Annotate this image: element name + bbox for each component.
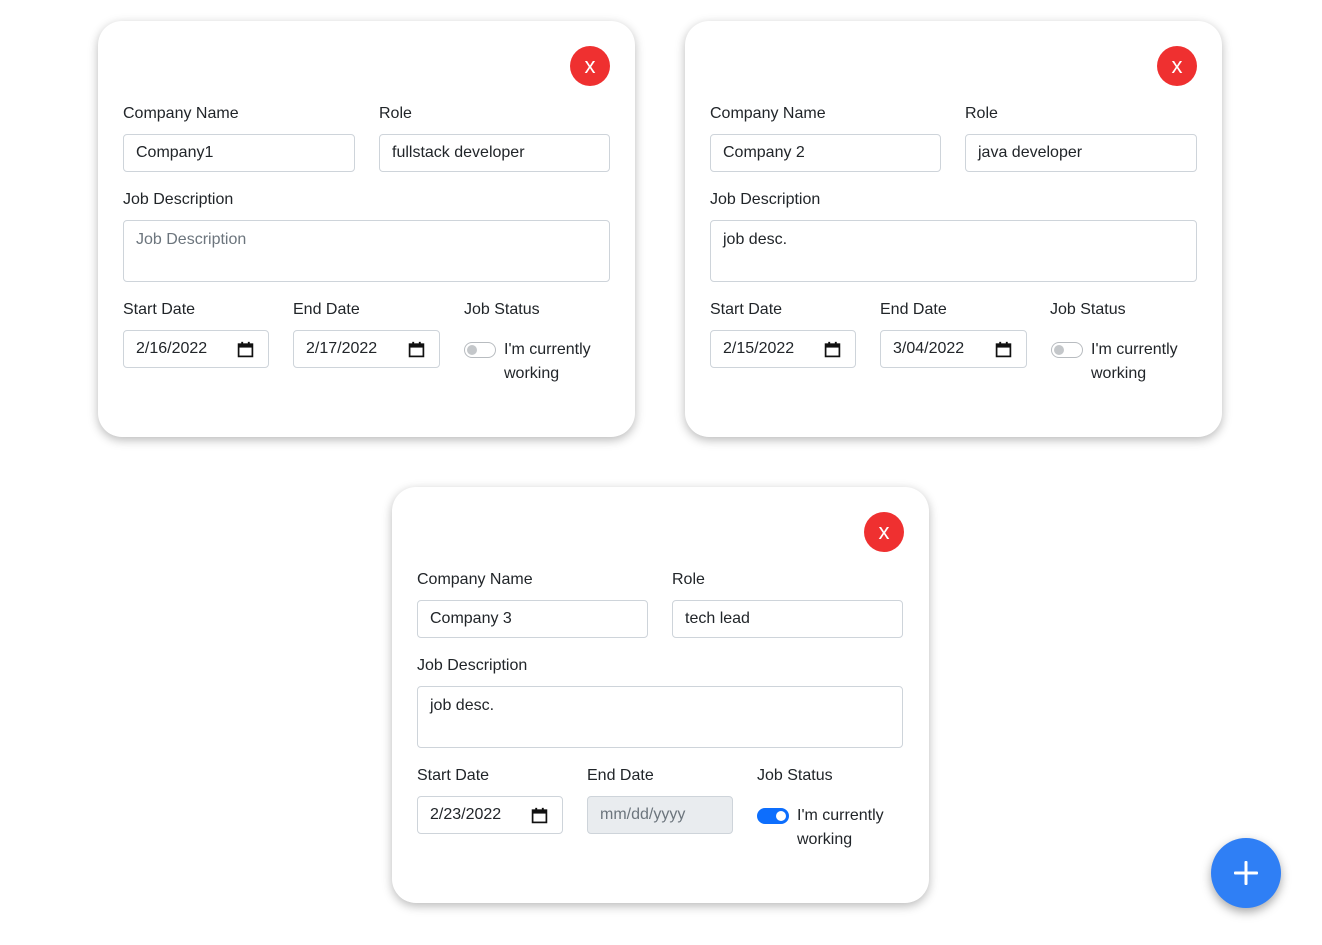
experience-card-2: x Company Name Role Company 2 java devel… <box>685 21 1222 437</box>
start-date-value: 2/16/2022 <box>136 340 208 357</box>
currently-working-label: I'm currently working <box>504 341 591 382</box>
job-description-textarea[interactable]: job desc. <box>417 686 903 748</box>
end-date-input[interactable]: 3/04/2022 <box>880 330 1027 368</box>
role-label: Role <box>379 105 412 122</box>
job-description-textarea[interactable]: job desc. <box>710 220 1197 282</box>
remove-card-button[interactable]: x <box>864 512 904 552</box>
remove-card-button[interactable]: x <box>1157 46 1197 86</box>
job-description-textarea[interactable]: Job Description <box>123 220 610 282</box>
company-name-input[interactable]: Company 2 <box>710 134 941 172</box>
end-date-input: mm/dd/yyyy <box>587 796 733 834</box>
job-description-label: Job Description <box>417 657 528 674</box>
start-date-input[interactable]: 2/15/2022 <box>710 330 856 368</box>
calendar-icon[interactable] <box>995 341 1012 358</box>
end-date-label: End Date <box>880 301 947 318</box>
currently-working-switch[interactable] <box>464 342 496 358</box>
job-status-label: Job Status <box>464 301 540 318</box>
job-description-label: Job Description <box>123 191 234 208</box>
plus-icon <box>1234 861 1258 885</box>
calendar-icon[interactable] <box>824 341 841 358</box>
start-date-input[interactable]: 2/23/2022 <box>417 796 563 834</box>
company-name-input[interactable]: Company 3 <box>417 600 648 638</box>
role-label: Role <box>965 105 998 122</box>
switch-knob <box>776 811 786 821</box>
end-date-value: 2/17/2022 <box>306 340 378 357</box>
company-name-input[interactable]: Company1 <box>123 134 355 172</box>
currently-working-label: I'm currently working <box>1091 341 1178 382</box>
calendar-icon[interactable] <box>531 807 548 824</box>
start-date-label: Start Date <box>417 767 490 784</box>
end-date-value: 3/04/2022 <box>893 340 965 357</box>
job-status-label: Job Status <box>757 767 833 784</box>
role-input[interactable]: tech lead <box>672 600 903 638</box>
start-date-value: 2/15/2022 <box>723 340 795 357</box>
start-date-value: 2/23/2022 <box>430 806 502 823</box>
start-date-label: Start Date <box>123 301 196 318</box>
job-description-label: Job Description <box>710 191 821 208</box>
experience-card-3: x Company Name Role Company 3 tech lead … <box>392 487 929 903</box>
calendar-icon[interactable] <box>237 341 254 358</box>
start-date-label: Start Date <box>710 301 783 318</box>
end-date-label: End Date <box>587 767 654 784</box>
end-date-input[interactable]: 2/17/2022 <box>293 330 440 368</box>
end-date-label: End Date <box>293 301 360 318</box>
role-input[interactable]: fullstack developer <box>379 134 610 172</box>
switch-knob <box>467 345 477 355</box>
currently-working-switch[interactable] <box>757 808 789 824</box>
company-name-label: Company Name <box>123 105 239 122</box>
currently-working-switch[interactable] <box>1051 342 1083 358</box>
add-experience-button[interactable] <box>1211 838 1281 908</box>
role-input[interactable]: java developer <box>965 134 1197 172</box>
company-name-label: Company Name <box>710 105 826 122</box>
remove-card-button[interactable]: x <box>570 46 610 86</box>
company-name-label: Company Name <box>417 571 533 588</box>
start-date-input[interactable]: 2/16/2022 <box>123 330 269 368</box>
role-label: Role <box>672 571 705 588</box>
job-status-label: Job Status <box>1050 301 1126 318</box>
currently-working-label: I'm currently working <box>797 807 884 848</box>
switch-knob <box>1054 345 1064 355</box>
calendar-icon[interactable] <box>408 341 425 358</box>
experience-card-1: x Company Name Role Company1 fullstack d… <box>98 21 635 437</box>
